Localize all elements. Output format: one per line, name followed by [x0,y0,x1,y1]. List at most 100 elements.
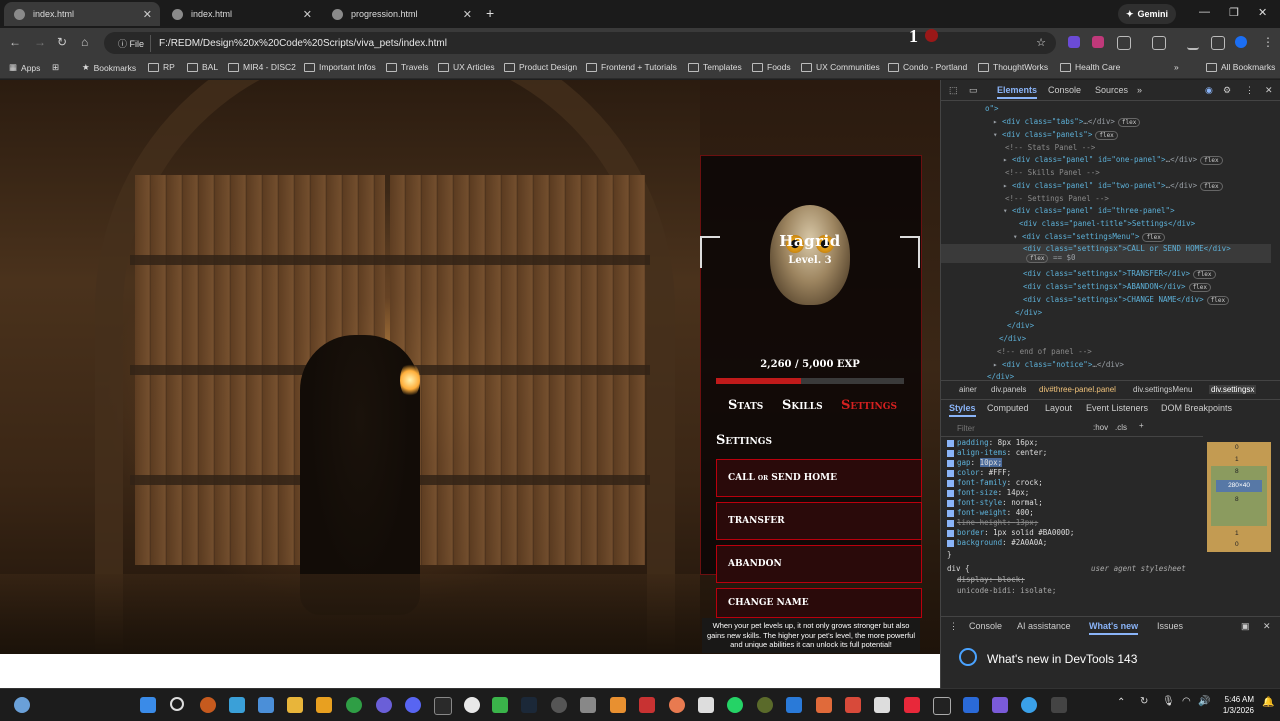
avatar[interactable] [1235,36,1247,48]
grid-button[interactable]: ⊞ [52,62,59,73]
tab-event-listeners[interactable]: Event Listeners [1086,403,1148,413]
bookmark-folder[interactable]: Health Care [1060,62,1120,72]
wifi-icon[interactable]: ◠ [1182,696,1191,707]
bookmark-folder[interactable]: Templates [688,62,742,72]
bookmark-folder[interactable]: Product Design [504,62,577,72]
css-declaration[interactable]: background: #2A0A0A; [947,538,1047,547]
bookmark-folder[interactable]: Important Infos [304,62,376,72]
app-icon[interactable] [639,697,655,713]
dom-node[interactable]: ▾ <div class="panels"> flex [993,130,1118,140]
tab-elements[interactable]: Elements [997,85,1038,99]
app-icon[interactable] [580,697,596,713]
app-icon[interactable] [933,697,951,715]
device-icon[interactable]: ▭ [969,85,978,96]
bookmark-folder[interactable]: Foods [752,62,791,72]
drawer-tab-ai-assistance[interactable]: AI assistance [1017,621,1071,631]
css-declaration[interactable]: color: #FFF; [947,468,1011,477]
app-icon[interactable] [757,697,773,713]
flex-badge[interactable]: flex [1206,296,1230,305]
close-icon[interactable]: ✕ [1263,621,1271,632]
css-declaration[interactable]: align-items: center; [947,448,1047,457]
restore-icon[interactable]: ❐ [1229,6,1239,19]
close-icon[interactable]: ✕ [1265,85,1273,96]
app-icon[interactable] [316,697,332,713]
chevron-up-icon[interactable]: ⌃ [1117,697,1125,708]
checkbox[interactable] [947,539,954,547]
breadcrumb-item-active[interactable]: div.settingsx [1209,385,1257,394]
address-chip[interactable]: ⓘ File [112,34,152,52]
call-or-send-home-button[interactable]: CALL or SEND HOME [716,459,922,497]
breadcrumb-item[interactable]: div#three-panel.panel [1039,385,1116,394]
checkbox[interactable] [947,519,954,527]
close-window-icon[interactable]: ✕ [1258,6,1267,19]
css-declaration[interactable]: font-style: normal; [947,498,1043,507]
flex-badge[interactable]: flex [1026,254,1049,263]
checkbox[interactable] [947,489,954,497]
dom-node[interactable]: <div class="settingsx">ABANDON</div> flex [1023,282,1212,292]
download-icon[interactable] [1187,36,1199,50]
css-declaration[interactable]: gap: 10px; [947,458,1003,467]
sidepanel-icon[interactable] [1152,36,1166,50]
discord-icon[interactable] [376,697,392,713]
flex-badge[interactable]: flex [1200,182,1223,191]
bookmark-folder[interactable]: RP [148,62,175,72]
app-icon[interactable] [229,697,245,713]
app-icon[interactable] [551,697,567,713]
breadcrumb-item[interactable]: ainer [959,385,977,394]
app-icon[interactable] [992,697,1008,713]
bookmark-folder[interactable]: Frontend + Tutorials [586,62,677,72]
change-name-button[interactable]: CHANGE NAME [716,588,922,618]
dom-node[interactable]: </div> [999,334,1026,343]
css-declaration[interactable]: font-family: crock; [947,478,1043,487]
dom-node[interactable]: <div class="settingsx">CHANGE NAME</div>… [1023,295,1230,305]
styles-filter-input[interactable] [955,422,1089,435]
bookmark-apps[interactable]: ▦ Apps [9,62,40,73]
bookmark-folder[interactable]: BAL [187,62,218,72]
star-icon[interactable]: ☆ [1036,36,1046,49]
css-declaration[interactable]: font-size: 14px; [947,488,1029,497]
close-tab-icon[interactable]: ✕ [143,8,152,21]
puzzle-icon[interactable] [1117,36,1131,50]
whatsapp-icon[interactable] [727,697,743,713]
vscode-icon[interactable] [786,697,802,713]
dom-node[interactable]: ▾ <div class="panel" id="three-panel"> [1003,206,1175,215]
checkbox[interactable] [947,459,954,467]
media-icon[interactable] [1211,36,1225,50]
close-tab-icon[interactable]: ✕ [463,8,472,21]
tab-skills[interactable]: Skills [782,398,823,413]
tab-dom-breakpoints[interactable]: DOM Breakpoints [1161,403,1232,413]
app-icon[interactable] [434,697,452,715]
menu-icon[interactable]: ⋮ [1262,35,1274,49]
file-explorer-icon[interactable] [287,697,303,713]
tab-settings[interactable]: Settings [841,398,897,413]
weather-icon[interactable] [14,697,30,713]
checkbox[interactable] [947,509,954,517]
windows-start-icon[interactable] [140,697,156,713]
app-icon[interactable] [492,697,508,713]
bookmark-folder[interactable]: ThoughtWorks [978,62,1048,72]
dom-node[interactable]: <div class="panel-title">Settings</div> [1019,219,1195,228]
dom-node[interactable]: ▸ <div class="panel" id="two-panel">…</d… [1003,181,1223,191]
app-icon[interactable] [669,697,685,713]
browser-tab-2[interactable]: index.html ✕ [162,2,320,26]
tab-stats[interactable]: Stats [728,398,763,413]
breadcrumb-item[interactable]: div.settingsMenu [1133,385,1192,394]
tab-styles[interactable]: Styles [949,403,976,417]
dom-node[interactable]: </div> [1015,308,1042,317]
dom-node[interactable]: </div> [1007,321,1034,330]
dom-node[interactable]: ▾ <div class="settingsMenu"> flex [1013,232,1165,242]
dom-node[interactable]: ▸ <div class="panel" id="one-panel">…</d… [1003,155,1223,165]
css-value-editing[interactable]: 10px; [979,458,1003,467]
checkbox[interactable] [947,449,954,457]
dock-icon[interactable]: ▣ [1241,621,1250,632]
bookmark-folder[interactable]: Travels [386,62,429,72]
app-icon[interactable] [1021,697,1037,713]
browser-tab-1[interactable]: index.html ✕ [4,2,160,26]
drawer-menu-icon[interactable]: ⋮ [949,621,958,632]
more-bookmarks-icon[interactable]: » [1174,62,1179,72]
bookmark-folder[interactable]: UX Communities [801,62,880,72]
flex-badge[interactable]: flex [1188,283,1212,292]
app-icon[interactable] [405,697,421,713]
inspect-icon[interactable]: ⬚ [949,85,958,96]
gemini-button[interactable]: ✦ Gemini [1118,4,1176,24]
